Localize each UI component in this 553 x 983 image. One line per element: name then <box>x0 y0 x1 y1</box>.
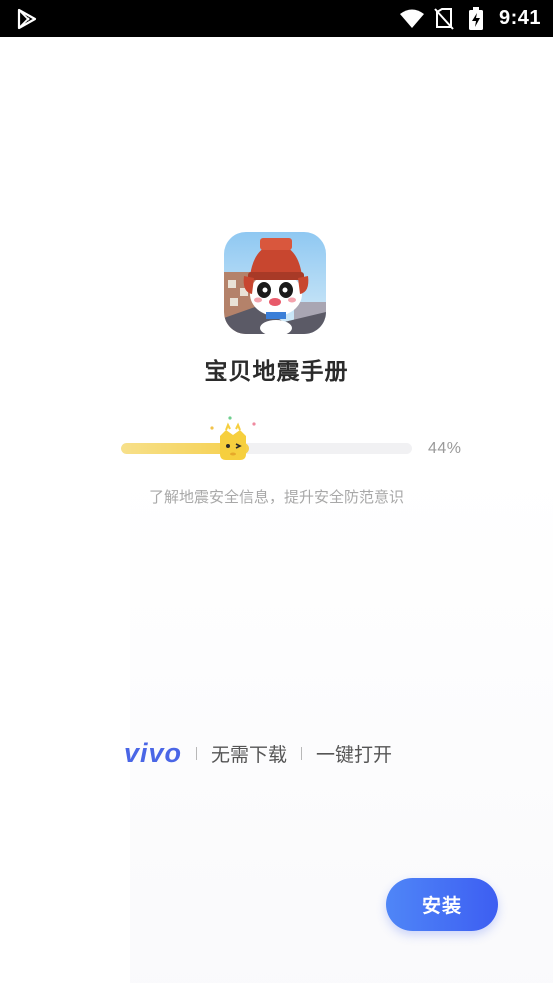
divider <box>196 746 198 760</box>
divider <box>301 746 303 760</box>
app-icon <box>224 232 326 334</box>
status-time: 9:41 <box>498 7 541 29</box>
tagline: 了解地震安全信息，提升安全防范意识 <box>148 488 404 506</box>
progress-bar-track <box>121 443 412 454</box>
feature-one-click-open: 一键打开 <box>316 743 393 766</box>
install-button[interactable]: 安装 <box>386 878 498 931</box>
status-bar: 9:41 <box>0 0 553 37</box>
crown-mascot-icon <box>210 416 256 460</box>
wifi-icon <box>399 8 425 30</box>
brand-row: vivo 无需下载 一键打开 <box>124 736 392 770</box>
battery-charging-icon <box>463 6 489 30</box>
feature-no-download: 无需下载 <box>211 743 288 766</box>
progress-percent: 44% <box>428 440 462 457</box>
vivo-logo: vivo <box>124 737 183 768</box>
no-sim-icon <box>431 7 457 30</box>
play-store-icon <box>17 8 37 30</box>
app-title: 宝贝地震手册 <box>204 359 349 385</box>
status-icons: 9:41 <box>399 0 541 37</box>
